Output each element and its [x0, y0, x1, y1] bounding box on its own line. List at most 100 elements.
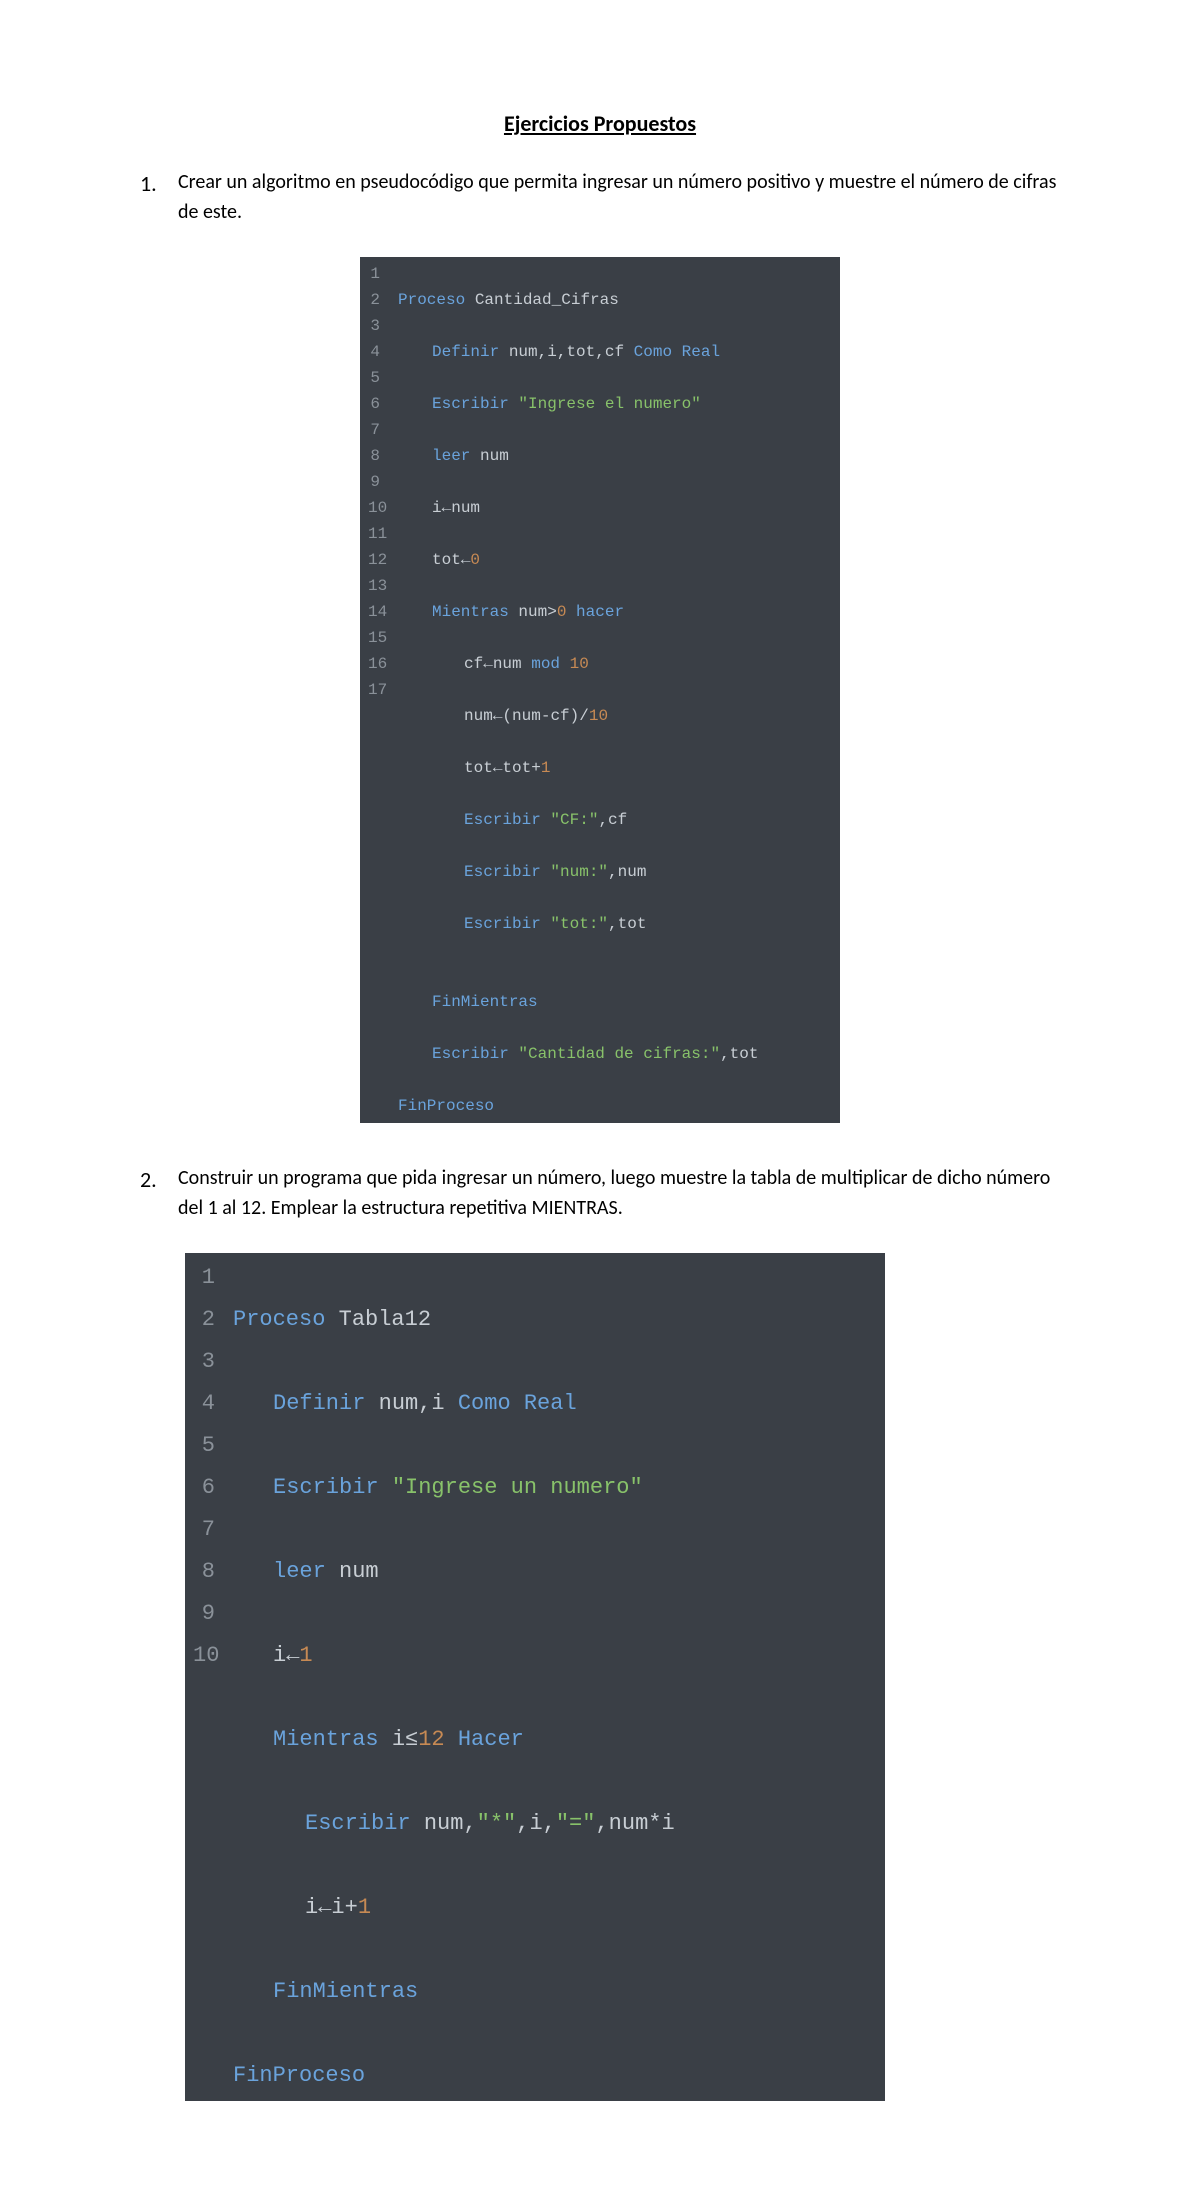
code-token: tot — [432, 551, 461, 569]
code-token: + — [531, 759, 541, 777]
code-token: Escribir — [464, 811, 550, 829]
code-token: )/ — [570, 707, 589, 725]
code-1-content: Proceso Cantidad_Cifras Definir num,i,to… — [390, 257, 772, 1123]
code-token: 1 — [358, 1895, 371, 1920]
code-token: Proceso — [398, 291, 465, 309]
code-token: + — [345, 1895, 358, 1920]
code-token: 0 — [470, 551, 480, 569]
code-token: "Ingrese un numero" — [392, 1475, 643, 1500]
code-token: num — [609, 1811, 649, 1836]
code-token: ← — [461, 551, 471, 569]
code-token: i — [392, 1727, 405, 1752]
code-token: tot — [618, 915, 647, 933]
exercise-2-description: Construir un programa que pida ingresar … — [178, 1163, 1060, 1223]
code-token: "Ingrese el numero" — [518, 395, 700, 413]
code-token: FinProceso — [398, 1097, 494, 1115]
code-token: , — [595, 1811, 608, 1836]
exercise-1-number: 1. — [140, 167, 170, 200]
code-token: num — [470, 447, 508, 465]
code-token: Como Real — [634, 343, 720, 361]
code-token: Escribir — [432, 395, 518, 413]
code-token: "=" — [556, 1811, 596, 1836]
code-token: cf — [464, 655, 483, 673]
code-token: Tabla12 — [325, 1307, 431, 1332]
code-token: , — [608, 863, 618, 881]
code-token: Escribir — [464, 863, 550, 881]
code-token: leer — [273, 1559, 326, 1584]
code-token: Escribir — [464, 915, 550, 933]
code-token: num,i — [365, 1391, 457, 1416]
code-token: 1 — [299, 1643, 312, 1668]
code-token: Escribir — [273, 1475, 392, 1500]
code-token: ≤ — [405, 1727, 418, 1752]
code-2-gutter: 12345678910 — [185, 1253, 225, 2101]
code-token: ← — [318, 1895, 331, 1920]
code-token: > — [547, 603, 557, 621]
code-token: Hacer — [445, 1727, 524, 1752]
code-token: "CF:" — [550, 811, 598, 829]
code-token: ← — [286, 1643, 299, 1668]
exercise-1-description: Crear un algoritmo en pseudocódigo que p… — [178, 167, 1060, 227]
code-token: "Cantidad de cifras:" — [518, 1045, 720, 1063]
code-token: 12 — [418, 1727, 444, 1752]
code-token: tot — [464, 759, 493, 777]
code-token: Mientras — [273, 1727, 392, 1752]
code-token: ←( — [493, 707, 512, 725]
code-token: cf — [550, 707, 569, 725]
code-token: Definir — [432, 343, 499, 361]
code-token: num — [424, 1811, 464, 1836]
code-token: i — [305, 1895, 318, 1920]
code-block-1: 1234567891011121314151617 Proceso Cantid… — [360, 257, 840, 1123]
code-token: Mientras — [432, 603, 518, 621]
code-token: num — [326, 1559, 379, 1584]
code-token: * — [648, 1811, 661, 1836]
code-token: , — [543, 1811, 556, 1836]
code-token: i — [331, 1895, 344, 1920]
exercise-2-number: 2. — [140, 1163, 170, 1196]
code-token: Como Real — [458, 1391, 577, 1416]
code-token: "*" — [477, 1811, 517, 1836]
code-token: ← — [442, 499, 452, 517]
code-token: , — [608, 915, 618, 933]
code-token: ← — [493, 759, 503, 777]
code-token: - — [541, 707, 551, 725]
code-token: FinProceso — [233, 2063, 365, 2088]
code-token: Proceso — [233, 1307, 325, 1332]
code-token: 10 — [589, 707, 608, 725]
code-token: 10 — [570, 655, 589, 673]
code-1-gutter: 1234567891011121314151617 — [360, 257, 390, 1123]
page-title: Ejercicios Propuestos — [140, 110, 1060, 137]
code-token: leer — [432, 447, 470, 465]
code-token: num,i,tot,cf — [499, 343, 633, 361]
code-2-content: Proceso Tabla12 Definir num,i Como Real … — [225, 1253, 689, 2101]
code-token: Cantidad_Cifras — [465, 291, 619, 309]
code-token: tot — [502, 759, 531, 777]
code-token: Definir — [273, 1391, 365, 1416]
code-token: 1 — [541, 759, 551, 777]
code-token: , — [598, 811, 608, 829]
code-token: hacer — [566, 603, 624, 621]
code-token: i — [529, 1811, 542, 1836]
code-token: Escribir — [305, 1811, 424, 1836]
code-token: "tot:" — [550, 915, 608, 933]
code-token: , — [720, 1045, 730, 1063]
code-token: FinMientras — [432, 993, 538, 1011]
code-token: num — [464, 707, 493, 725]
code-token: i — [432, 499, 442, 517]
code-token: i — [273, 1643, 286, 1668]
code-token: num — [618, 863, 647, 881]
code-token: i — [661, 1811, 674, 1836]
code-token: num — [493, 655, 531, 673]
code-token: mod — [531, 655, 569, 673]
code-token: FinMientras — [273, 1979, 418, 2004]
code-token: num — [518, 603, 547, 621]
code-token: Escribir — [432, 1045, 518, 1063]
code-token: 0 — [557, 603, 567, 621]
code-token: , — [463, 1811, 476, 1836]
code-token: ← — [483, 655, 493, 673]
code-token: "num:" — [550, 863, 608, 881]
code-block-2: 12345678910 Proceso Tabla12 Definir num,… — [185, 1253, 885, 2101]
code-token: cf — [608, 811, 627, 829]
exercise-2-text: 2. Construir un programa que pida ingres… — [140, 1163, 1060, 1223]
code-token: tot — [730, 1045, 759, 1063]
